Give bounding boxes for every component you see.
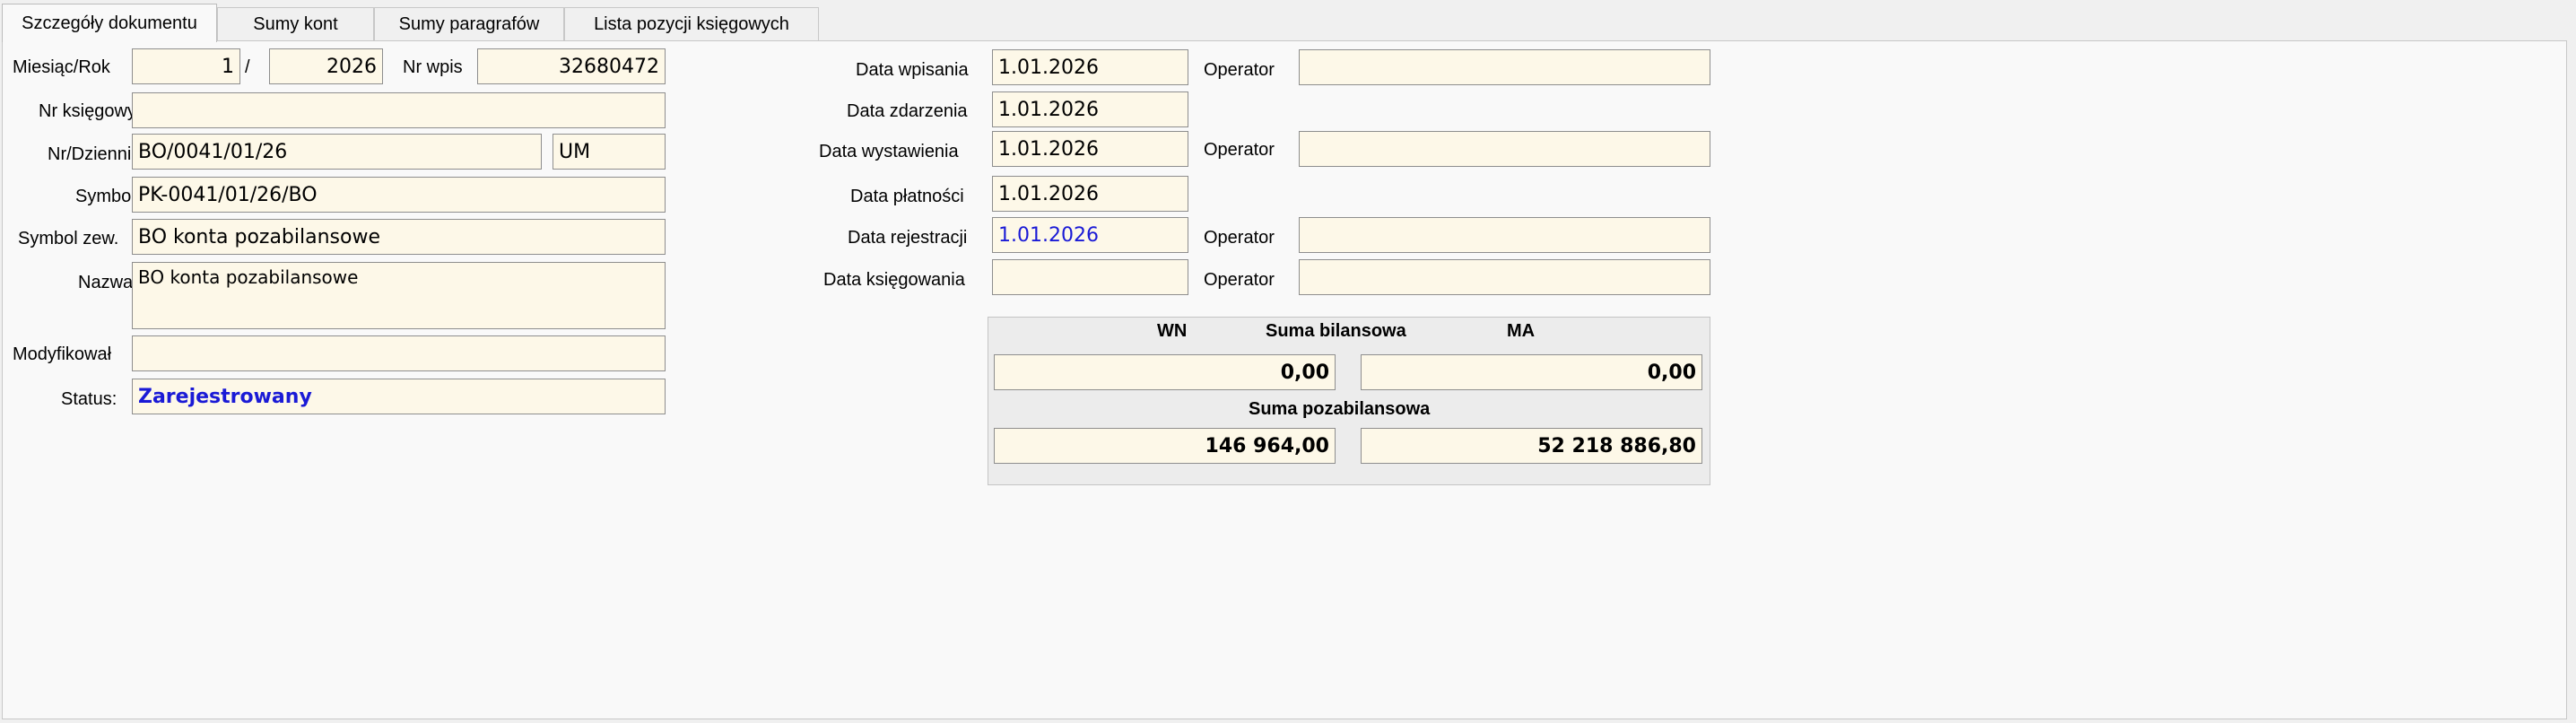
operator-rejestracji-field[interactable] <box>1299 217 1710 253</box>
operator-ksiegowania-field[interactable] <box>1299 259 1710 295</box>
data-wystawienia-field[interactable]: 1.01.2026 <box>992 131 1188 167</box>
nr-wpis-label: Nr wpis <box>403 57 463 77</box>
nr-wpis-field[interactable]: 32680472 <box>477 48 666 84</box>
data-platnosci-label: Data płatności <box>850 187 964 206</box>
data-ksiegowania-field[interactable] <box>992 259 1188 295</box>
nazwa-label: Nazwa <box>78 273 134 292</box>
data-zdarzenia-label: Data zdarzenia <box>847 101 968 121</box>
data-wystawienia-label: Data wystawienia <box>819 142 959 161</box>
operator-label-2: Operator <box>1204 140 1275 160</box>
symbol-field[interactable]: PK-0041/01/26/BO <box>132 177 666 213</box>
modyfikowal-label: Modyfikował <box>13 344 112 364</box>
data-ksiegowania-label: Data księgowania <box>823 270 965 290</box>
symbol-label: Symbol <box>75 187 135 206</box>
tab-strip: Szczegóły dokumentu Sumy kont Sumy parag… <box>2 4 2567 42</box>
operator-wystawienia-field[interactable] <box>1299 131 1710 167</box>
suma-pozabilansowa-label: Suma pozabilansowa <box>1249 399 1431 419</box>
symbol-zew-label: Symbol zew. <box>18 229 119 248</box>
status-label: Status: <box>61 389 117 409</box>
ma-header: MA <box>1507 321 1536 341</box>
data-wpisania-field[interactable]: 1.01.2026 <box>992 49 1188 85</box>
sums-panel: WN Suma bilansowa MA 0,00 0,00 Suma poza… <box>988 317 1710 485</box>
tab-lista-pozycji-ksiegowych[interactable]: Lista pozycji księgowych <box>564 7 819 41</box>
tab-sumy-paragrafow[interactable]: Sumy paragrafów <box>374 7 564 41</box>
bilansowa-ma-field: 0,00 <box>1361 354 1702 390</box>
dziennik-field[interactable]: UM <box>553 134 666 170</box>
data-wpisania-label: Data wpisania <box>856 60 969 80</box>
status-field: Zarejestrowany <box>132 379 666 414</box>
data-zdarzenia-field[interactable]: 1.01.2026 <box>992 91 1188 127</box>
nr-dziennik-label: Nr/Dziennik <box>48 144 141 164</box>
operator-label-3: Operator <box>1204 228 1275 248</box>
wn-header: WN <box>1157 321 1188 341</box>
data-rejestracji-field[interactable]: 1.01.2026 <box>992 217 1188 253</box>
symbol-zew-field[interactable]: BO konta pozabilansowe <box>132 219 666 255</box>
pozabilansowa-ma-field: 52 218 886,80 <box>1361 428 1702 464</box>
tab-szczegoly-dokumentu[interactable]: Szczegóły dokumentu <box>2 4 217 42</box>
modyfikowal-field[interactable] <box>132 335 666 371</box>
bilansowa-wn-field: 0,00 <box>994 354 1336 390</box>
operator-label-4: Operator <box>1204 270 1275 290</box>
operator-label-1: Operator <box>1204 60 1275 80</box>
pozabilansowa-wn-field: 146 964,00 <box>994 428 1336 464</box>
miesiac-field[interactable]: 1 <box>132 48 240 84</box>
data-rejestracji-label: Data rejestracji <box>848 228 968 248</box>
nr-dziennik-field[interactable]: BO/0041/01/26 <box>132 134 542 170</box>
nr-ksiegowy-label: Nr księgowy <box>39 101 136 121</box>
miesiac-rok-label: Miesiąc/Rok <box>13 57 110 77</box>
nazwa-field[interactable]: BO konta pozabilansowe <box>132 262 666 329</box>
data-platnosci-field[interactable]: 1.01.2026 <box>992 176 1188 212</box>
suma-bilansowa-label: Suma bilansowa <box>1266 321 1406 341</box>
nr-ksiegowy-field[interactable] <box>132 92 666 128</box>
tab-sumy-kont[interactable]: Sumy kont <box>217 7 374 41</box>
rok-field[interactable]: 2026 <box>269 48 383 84</box>
month-year-separator: / <box>245 57 250 77</box>
operator-wpisania-field[interactable] <box>1299 49 1710 85</box>
